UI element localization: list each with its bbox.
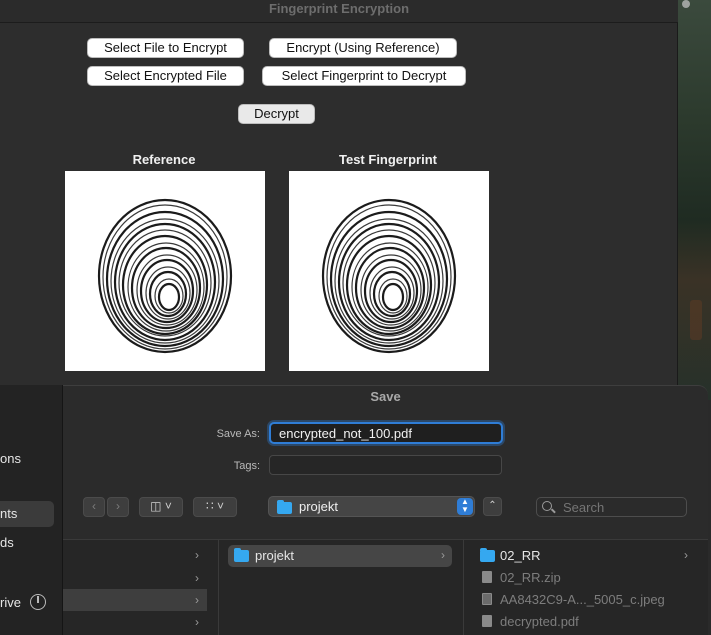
select-file-to-encrypt-button[interactable]: Select File to Encrypt <box>87 38 244 58</box>
chevron-right-icon: › <box>441 548 445 562</box>
reference-fingerprint-image <box>65 171 265 371</box>
app-title: Fingerprint Encryption <box>0 0 678 23</box>
fingerprint-app-window: Fingerprint Encryption Select File to En… <box>0 0 678 400</box>
search-icon <box>542 501 552 511</box>
list-item-decrypted-pdf: decrypted.pdf <box>500 614 579 629</box>
grid-icon[interactable]: ∷ ˅ <box>193 497 237 517</box>
collapse-icon[interactable]: ⌃ <box>483 497 502 516</box>
list-item-jpeg: AA8432C9-A..._5005_c.jpeg <box>500 592 665 607</box>
chevron-right-icon: › <box>195 615 199 629</box>
decrypt-button[interactable]: Decrypt <box>238 104 315 124</box>
image-file-icon <box>482 593 492 605</box>
location-label: projekt <box>299 499 339 514</box>
columns-view-icon[interactable]: ◫ ˅ <box>139 497 183 517</box>
eject-icon[interactable] <box>30 594 46 610</box>
desktop-wallpaper <box>678 0 711 400</box>
tags-label: Tags: <box>233 460 260 472</box>
folder-icon <box>234 548 249 562</box>
encrypt-using-reference-button[interactable]: Encrypt (Using Reference) <box>269 38 457 58</box>
folder-icon <box>277 500 292 514</box>
select-encrypted-file-button[interactable]: Select Encrypted File <box>87 66 244 86</box>
folder-icon <box>480 548 495 562</box>
chevron-right-icon: › <box>195 548 199 562</box>
pdf-file-icon <box>482 615 492 627</box>
save-as-label: Save As: <box>216 428 260 440</box>
reference-label: Reference <box>132 152 196 167</box>
list-item-02-rr-zip: 02_RR.zip <box>500 570 561 585</box>
column-divider <box>218 539 219 635</box>
stepper-icon[interactable]: ▲ ▼ <box>457 498 473 515</box>
sidebar-item-ons[interactable]: ons <box>0 451 21 466</box>
chevron-right-icon[interactable]: › <box>107 497 129 517</box>
sidebar-item-ds[interactable]: ds <box>0 535 14 550</box>
save-as-input[interactable] <box>269 422 503 444</box>
list-item-02-rr[interactable]: 02_RR <box>500 548 540 563</box>
column-divider <box>463 539 464 635</box>
sidebar-item-rive[interactable]: rive <box>0 595 21 610</box>
test-fingerprint-label: Test Fingerprint <box>339 152 437 167</box>
list-item-label: projekt <box>255 548 295 563</box>
sidebar-item-nts[interactable]: nts <box>0 501 54 527</box>
save-dialog-title: Save <box>370 389 401 404</box>
test-fingerprint-image <box>289 171 489 371</box>
column1-selected-row[interactable] <box>63 589 207 611</box>
select-fingerprint-to-decrypt-button[interactable]: Select Fingerprint to Decrypt <box>262 66 466 86</box>
tags-input[interactable] <box>269 455 502 475</box>
chevron-right-icon: › <box>195 571 199 585</box>
chevron-left-icon[interactable]: ‹ <box>83 497 105 517</box>
zip-file-icon <box>482 571 492 583</box>
chevron-right-icon: › <box>684 548 688 562</box>
search-input[interactable] <box>536 497 687 517</box>
chevron-right-icon: › <box>195 593 199 607</box>
location-select[interactable]: projekt <box>268 496 475 517</box>
